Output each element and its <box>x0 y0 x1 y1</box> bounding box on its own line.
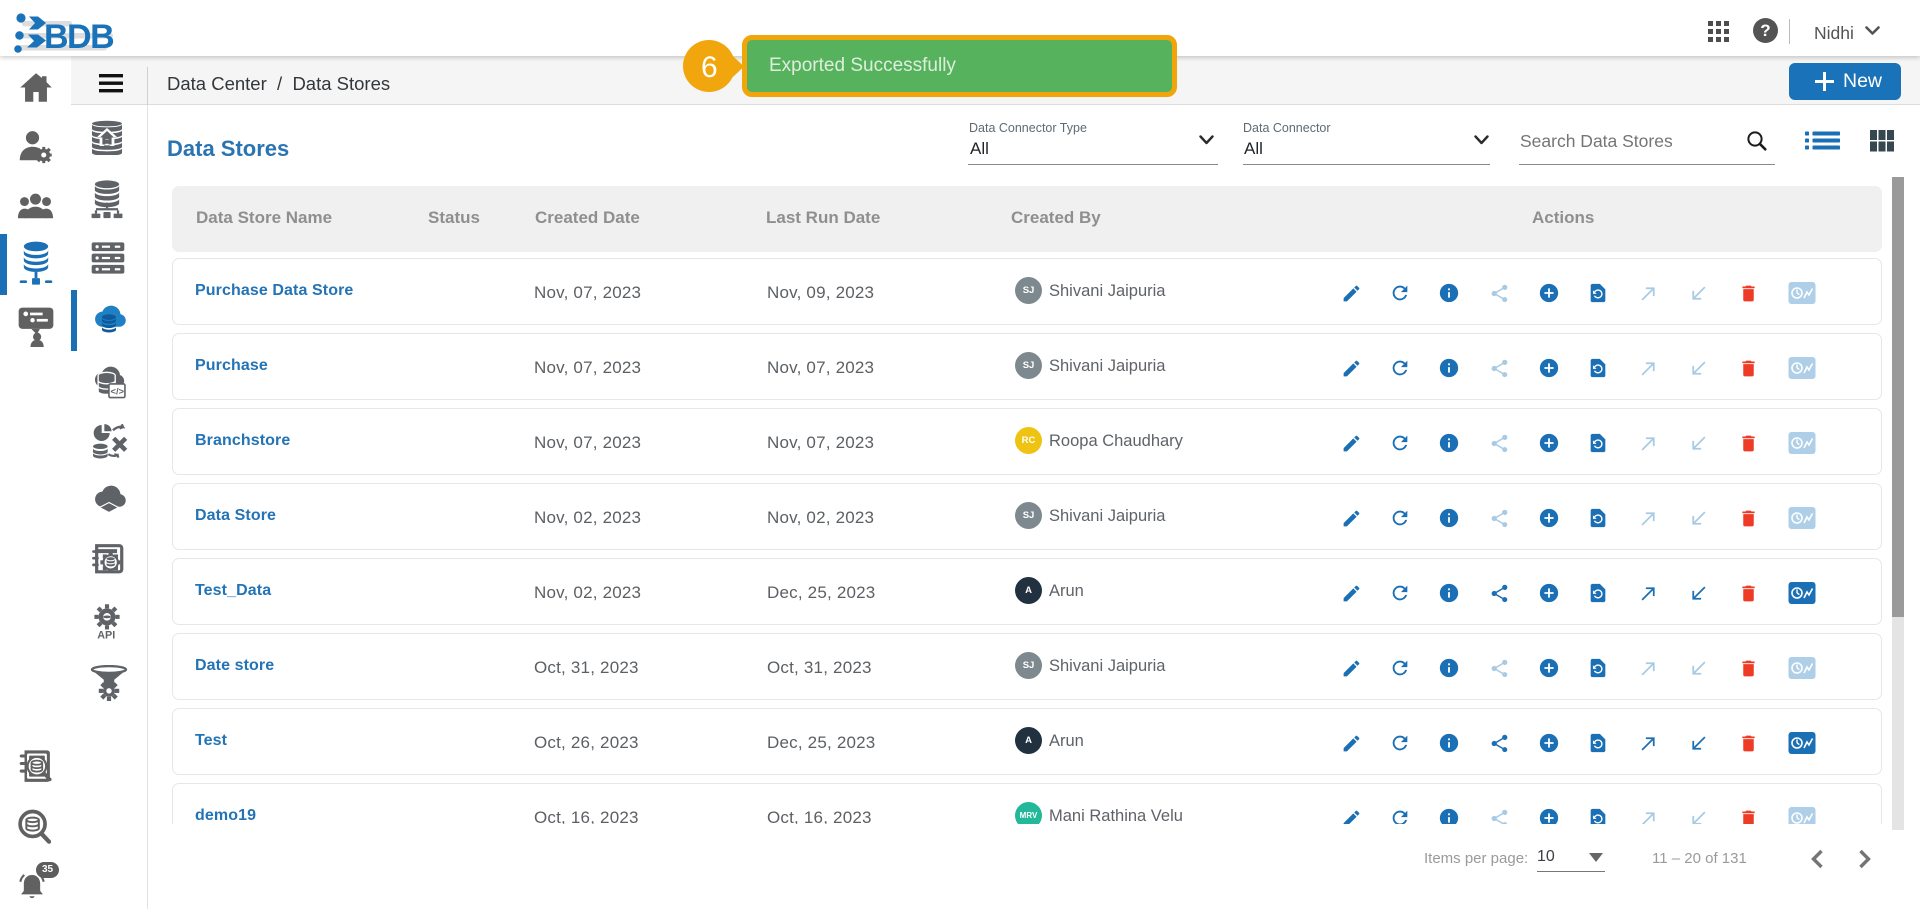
svg-text:BDB: BDB <box>44 18 114 53</box>
svg-text:6: 6 <box>701 51 718 84</box>
svg-text:</>: </> <box>111 386 125 396</box>
svg-text:API: API <box>97 630 115 640</box>
